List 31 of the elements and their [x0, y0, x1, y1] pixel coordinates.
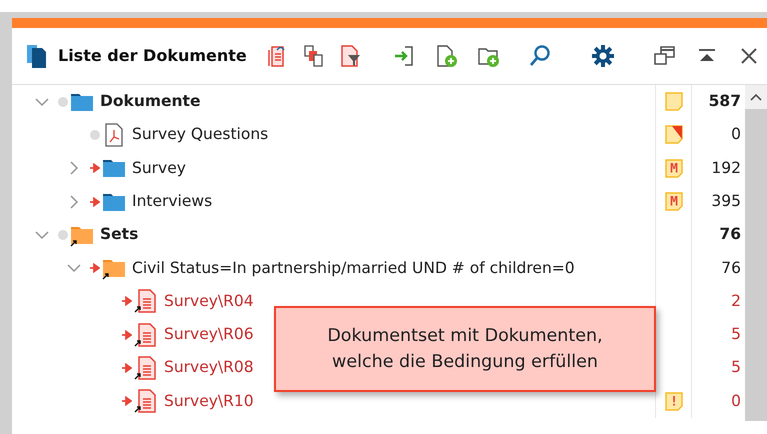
count-text: 76 [721, 258, 741, 278]
tree-item[interactable]: Survey\R04 [164, 290, 254, 314]
caret-icon [750, 93, 762, 101]
documents-icon [26, 44, 48, 68]
tree-item[interactable]: Survey\R08 [164, 356, 254, 380]
tree-item[interactable]: Survey\R06 [164, 323, 254, 346]
count-text: 76 [719, 224, 741, 246]
count-text: 5 [731, 357, 741, 378]
tree-item[interactable]: Interviews [132, 190, 212, 214]
memo-icon[interactable] [664, 124, 684, 146]
count-text: 5 [731, 324, 741, 346]
count-text: 2 [731, 290, 741, 312]
count-text: 0 [731, 390, 741, 412]
tree-item[interactable]: Sets [100, 223, 138, 246]
memo-icon[interactable]: ! [664, 390, 684, 412]
memo-icon[interactable]: M [664, 191, 684, 212]
count-text: 587 [708, 91, 741, 112]
count-text: 395 [711, 190, 741, 212]
tree-item[interactable]: Dokumente [100, 90, 200, 114]
memo-icon[interactable]: M [664, 158, 684, 179]
tree-item[interactable]: Survey\R10 [164, 390, 254, 413]
count-text: 0 [731, 124, 741, 146]
window-title: Liste der Dokumente [58, 45, 247, 67]
tree-item[interactable]: Survey [132, 156, 186, 180]
callout-text: Dokumentset mit Dokumenten, [327, 324, 603, 348]
tree-item[interactable]: Civil Status=In partnership/married UND # of children=0 [132, 256, 575, 280]
scroll-up-button[interactable] [745, 85, 767, 109]
tree-item[interactable]: Survey Questions [132, 123, 268, 147]
scrollbar[interactable] [745, 85, 767, 421]
count-text: 192 [711, 158, 741, 179]
callout-text: welche die Bedingung erfüllen [332, 351, 598, 374]
